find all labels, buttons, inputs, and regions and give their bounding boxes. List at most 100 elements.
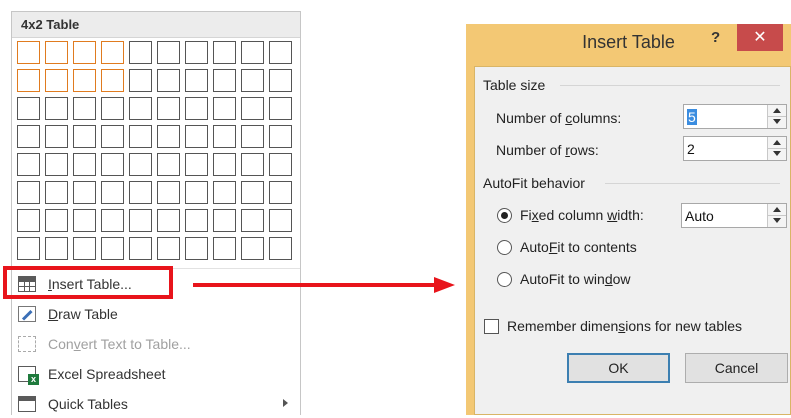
grid-cell[interactable] — [101, 237, 124, 260]
grid-cell[interactable] — [73, 97, 96, 120]
grid-cell[interactable] — [241, 69, 264, 92]
grid-cell[interactable] — [45, 209, 68, 232]
grid-cell[interactable] — [45, 237, 68, 260]
grid-cell[interactable] — [17, 97, 40, 120]
grid-cell[interactable] — [129, 69, 152, 92]
fixed-width-value[interactable]: Auto — [685, 208, 714, 224]
grid-cell[interactable] — [129, 181, 152, 204]
grid-cell[interactable] — [157, 69, 180, 92]
grid-cell[interactable] — [73, 41, 96, 64]
columns-spin-buttons[interactable] — [767, 105, 786, 128]
grid-cell[interactable] — [101, 181, 124, 204]
grid-cell[interactable] — [269, 125, 292, 148]
grid-cell[interactable] — [213, 209, 236, 232]
menu-item-draw-table[interactable]: Draw Table — [12, 300, 300, 328]
grid-cell[interactable] — [185, 41, 208, 64]
grid-cell[interactable] — [185, 209, 208, 232]
grid-cell[interactable] — [45, 125, 68, 148]
table-size-grid[interactable] — [17, 41, 297, 266]
grid-cell[interactable] — [17, 237, 40, 260]
spin-down-icon[interactable] — [773, 218, 781, 223]
grid-cell[interactable] — [17, 41, 40, 64]
grid-cell[interactable] — [73, 237, 96, 260]
grid-cell[interactable] — [241, 153, 264, 176]
grid-cell[interactable] — [157, 181, 180, 204]
grid-cell[interactable] — [73, 125, 96, 148]
cancel-button[interactable]: Cancel — [685, 353, 788, 383]
grid-cell[interactable] — [73, 209, 96, 232]
grid-cell[interactable] — [213, 41, 236, 64]
grid-cell[interactable] — [129, 125, 152, 148]
grid-cell[interactable] — [185, 125, 208, 148]
grid-cell[interactable] — [129, 237, 152, 260]
help-button[interactable]: ? — [711, 29, 720, 46]
grid-cell[interactable] — [241, 181, 264, 204]
grid-cell[interactable] — [45, 181, 68, 204]
grid-cell[interactable] — [157, 209, 180, 232]
grid-cell[interactable] — [213, 237, 236, 260]
grid-cell[interactable] — [213, 125, 236, 148]
autofit-window-radio[interactable] — [497, 272, 512, 287]
grid-cell[interactable] — [101, 125, 124, 148]
menu-item-quick-tables[interactable]: Quick Tables — [12, 390, 300, 418]
grid-cell[interactable] — [241, 237, 264, 260]
grid-cell[interactable] — [101, 153, 124, 176]
grid-cell[interactable] — [101, 97, 124, 120]
grid-cell[interactable] — [129, 153, 152, 176]
grid-cell[interactable] — [73, 181, 96, 204]
grid-cell[interactable] — [213, 97, 236, 120]
grid-cell[interactable] — [73, 69, 96, 92]
grid-cell[interactable] — [269, 237, 292, 260]
grid-cell[interactable] — [241, 209, 264, 232]
grid-cell[interactable] — [213, 153, 236, 176]
ok-button[interactable]: OK — [567, 353, 670, 383]
grid-cell[interactable] — [213, 69, 236, 92]
grid-cell[interactable] — [185, 97, 208, 120]
grid-cell[interactable] — [129, 209, 152, 232]
menu-item-excel-spreadsheet[interactable]: Excel Spreadsheet — [12, 360, 300, 388]
grid-cell[interactable] — [129, 41, 152, 64]
spin-up-icon[interactable] — [773, 108, 781, 113]
grid-cell[interactable] — [157, 153, 180, 176]
grid-cell[interactable] — [157, 237, 180, 260]
grid-cell[interactable] — [185, 181, 208, 204]
grid-cell[interactable] — [73, 153, 96, 176]
fixed-width-radio[interactable] — [497, 208, 512, 223]
grid-cell[interactable] — [45, 41, 68, 64]
grid-cell[interactable] — [129, 97, 152, 120]
rows-value[interactable]: 2 — [687, 141, 695, 157]
grid-cell[interactable] — [241, 125, 264, 148]
remember-dimensions-checkbox[interactable] — [484, 319, 499, 334]
rows-spin-buttons[interactable] — [767, 137, 786, 160]
grid-cell[interactable] — [45, 69, 68, 92]
fixed-width-spin-buttons[interactable] — [767, 204, 786, 227]
spin-up-icon[interactable] — [773, 207, 781, 212]
grid-cell[interactable] — [269, 209, 292, 232]
spin-down-icon[interactable] — [773, 119, 781, 124]
grid-cell[interactable] — [17, 69, 40, 92]
grid-cell[interactable] — [157, 41, 180, 64]
close-button[interactable]: ✕ — [737, 24, 783, 51]
grid-cell[interactable] — [17, 125, 40, 148]
grid-cell[interactable] — [101, 209, 124, 232]
rows-stepper[interactable]: 2 — [683, 136, 787, 161]
fixed-width-stepper[interactable]: Auto — [681, 203, 787, 228]
columns-stepper[interactable]: 5 — [683, 104, 787, 129]
grid-cell[interactable] — [269, 69, 292, 92]
grid-cell[interactable] — [269, 153, 292, 176]
grid-cell[interactable] — [185, 237, 208, 260]
grid-cell[interactable] — [157, 97, 180, 120]
grid-cell[interactable] — [241, 97, 264, 120]
grid-cell[interactable] — [185, 153, 208, 176]
grid-cell[interactable] — [157, 125, 180, 148]
grid-cell[interactable] — [45, 153, 68, 176]
spin-up-icon[interactable] — [773, 140, 781, 145]
grid-cell[interactable] — [17, 153, 40, 176]
grid-cell[interactable] — [185, 69, 208, 92]
grid-cell[interactable] — [17, 181, 40, 204]
grid-cell[interactable] — [101, 69, 124, 92]
grid-cell[interactable] — [269, 41, 292, 64]
grid-cell[interactable] — [269, 97, 292, 120]
grid-cell[interactable] — [101, 41, 124, 64]
grid-cell[interactable] — [213, 181, 236, 204]
